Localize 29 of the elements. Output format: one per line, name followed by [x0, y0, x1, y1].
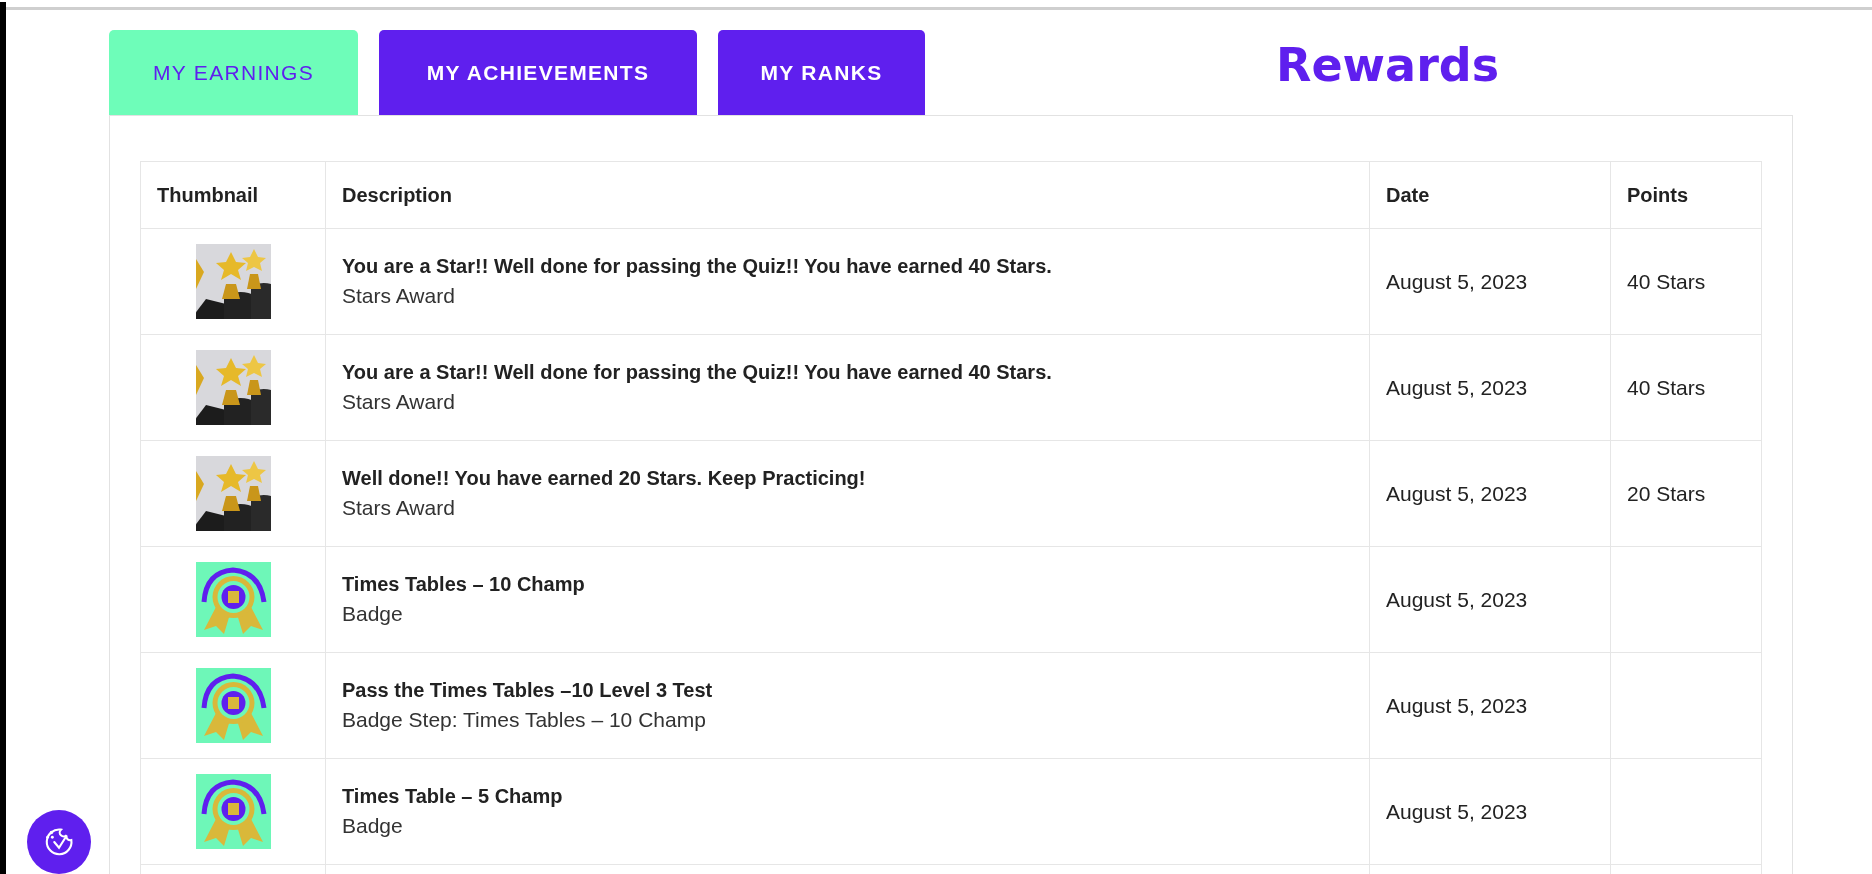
reward-type: Badge — [342, 812, 404, 839]
tab[interactable]: MY EARNINGS — [109, 30, 358, 115]
tab[interactable]: MY RANKS — [718, 30, 925, 115]
date-text: August 5, 2023 — [1386, 481, 1528, 505]
reward-type: Stars Award — [342, 388, 456, 415]
page-heading: Rewards — [1276, 38, 1500, 92]
date-text: August 5, 2023 — [1386, 375, 1528, 399]
column-header: Date — [1386, 183, 1430, 206]
column-header: Description — [342, 183, 453, 206]
reward-type: Stars Award — [342, 494, 456, 521]
reward-type: Stars Award — [342, 282, 456, 309]
points-text: 40 Stars — [1627, 375, 1706, 399]
reward-type: Badge — [342, 600, 404, 627]
reward-title: Times Tables – 10 Champ — [342, 571, 586, 597]
date-text: August 5, 2023 — [1386, 269, 1528, 293]
reward-type: Badge Step: Times Tables – 10 Champ — [342, 706, 707, 733]
reward-title: Times Table – 5 Champ — [342, 783, 564, 809]
points-text: 40 Stars — [1627, 269, 1706, 293]
points-text: 20 Stars — [1627, 481, 1706, 505]
reward-title: Pass the Times Tables –10 Level 3 Test — [342, 677, 714, 703]
reward-title: You are a Star!! Well done for passing the Quiz!! You have earned 40 Stars. — [342, 359, 1053, 385]
reward-title: You are a Star!! Well done for passing the Quiz!! You have earned 40 Stars. — [342, 253, 1053, 279]
column-header: Thumbnail — [157, 183, 259, 206]
tab[interactable]: MY ACHIEVEMENTS — [379, 30, 697, 115]
date-text: August 5, 2023 — [1386, 799, 1528, 823]
reward-title: Well done!! You have earned 20 Stars. Keep Practicing! — [342, 465, 867, 491]
date-text: August 5, 2023 — [1386, 587, 1528, 611]
column-header: Points — [1627, 183, 1689, 206]
date-text: August 5, 2023 — [1386, 693, 1528, 717]
